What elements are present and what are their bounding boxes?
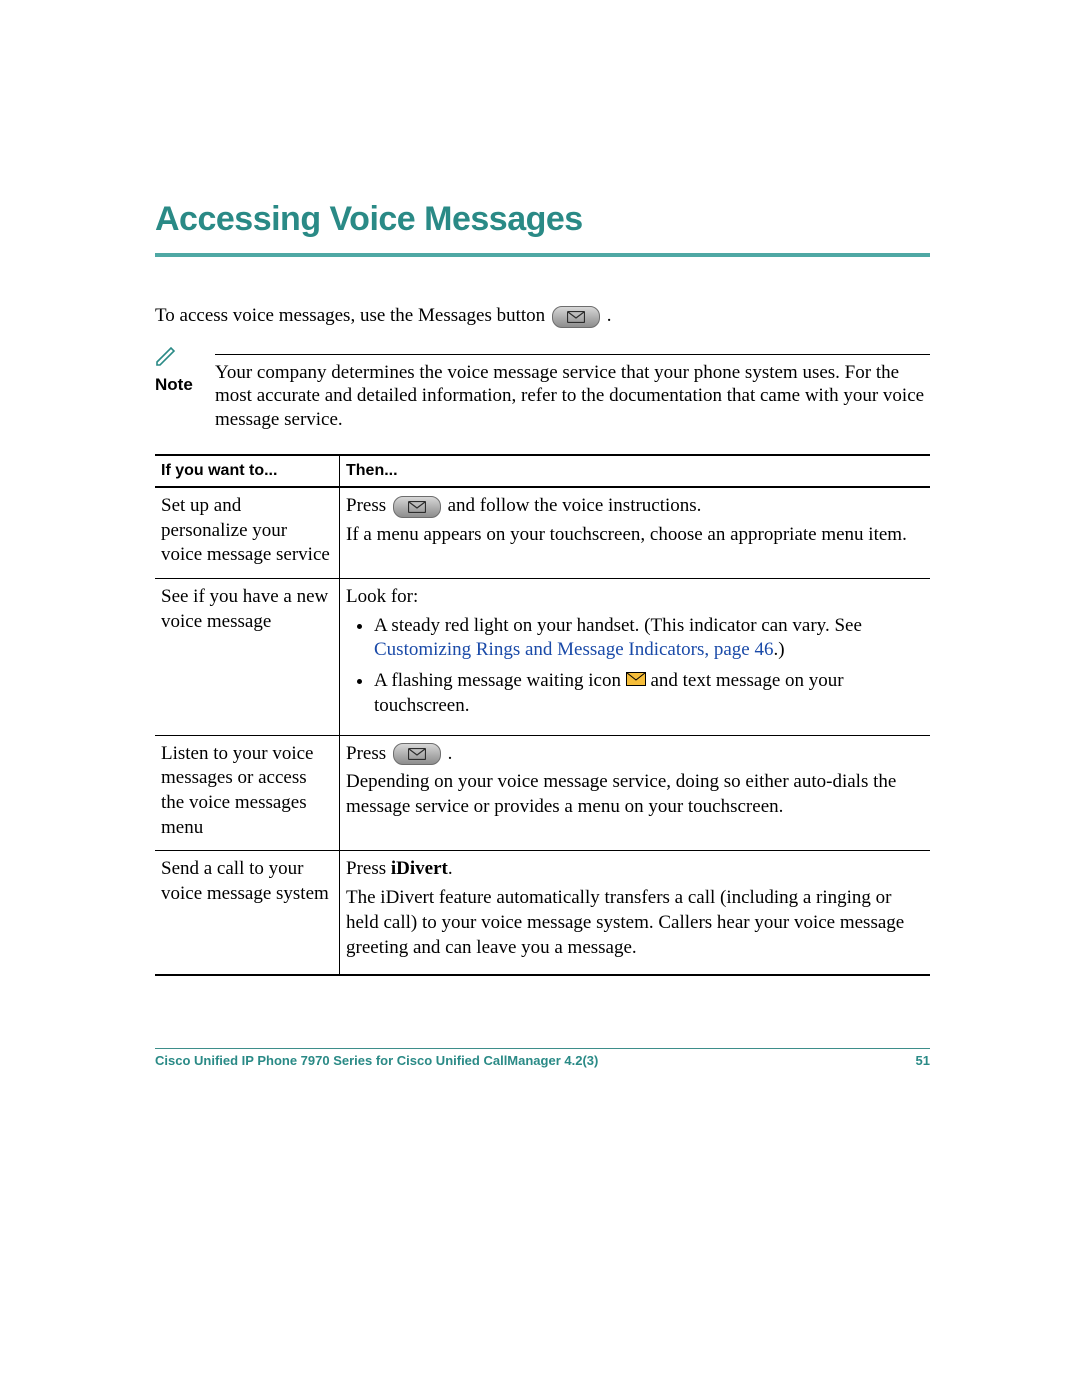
cell-if-listen: Listen to your voice messages or access … (155, 735, 340, 851)
r2-b1-text: A steady red light on your handset. (Thi… (374, 615, 862, 636)
intro-text-after: . (607, 305, 612, 326)
page-footer: Cisco Unified IP Phone 7970 Series for C… (155, 1048, 930, 1068)
note-rule (215, 354, 930, 355)
r2-b1-after: .) (773, 639, 784, 660)
title-rule (155, 253, 930, 257)
cell-then-setup: Press and follow the voice instructions.… (340, 487, 931, 579)
r1-press-after: and follow the voice instructions. (448, 495, 702, 516)
r2-lookfor: Look for: (346, 585, 922, 610)
cell-then-send: Press iDivert. The iDivert feature autom… (340, 851, 931, 975)
intro-paragraph: To access voice messages, use the Messag… (155, 305, 930, 328)
r2-b2-before: A flashing message waiting icon (374, 670, 626, 691)
messages-button-icon (552, 306, 600, 328)
cell-if-check: See if you have a new voice message (155, 578, 340, 735)
idivert-label: iDivert (391, 858, 448, 879)
note-right-column: Your company determines the voice messag… (215, 346, 930, 432)
table-header-row: If you want to... Then... (155, 455, 930, 487)
note-left-column: Note (155, 346, 215, 432)
table-row: Listen to your voice messages or access … (155, 735, 930, 851)
header-if: If you want to... (155, 455, 340, 487)
customizing-link[interactable]: Customizing Rings and Message Indicators… (374, 639, 773, 660)
cell-then-check: Look for: A steady red light on your han… (340, 578, 931, 735)
note-label: Note (155, 375, 193, 394)
r4-line2: The iDivert feature automatically transf… (346, 886, 922, 960)
messages-button-icon (393, 743, 441, 765)
r3-press-before: Press (346, 743, 391, 764)
footer-page-number: 51 (916, 1053, 930, 1068)
cell-then-listen: Press . Depending on your voice message … (340, 735, 931, 851)
page-title: Accessing Voice Messages (155, 200, 930, 239)
pencil-icon (155, 346, 215, 371)
footer-doc-title: Cisco Unified IP Phone 7970 Series for C… (155, 1053, 598, 1068)
r1-press-before: Press (346, 495, 391, 516)
cell-if-setup: Set up and personalize your voice messag… (155, 487, 340, 579)
cell-if-send: Send a call to your voice message system (155, 851, 340, 975)
document-page: Accessing Voice Messages To access voice… (0, 0, 1080, 1397)
intro-text-before: To access voice messages, use the Messag… (155, 305, 550, 326)
footer-row: Cisco Unified IP Phone 7970 Series for C… (155, 1049, 930, 1068)
table-row: Send a call to your voice message system… (155, 851, 930, 975)
r2-bullet-list: A steady red light on your handset. (Thi… (346, 614, 922, 719)
instructions-table: If you want to... Then... Set up and per… (155, 454, 930, 976)
list-item: A steady red light on your handset. (Thi… (374, 614, 922, 663)
list-item: A flashing message waiting icon and text… (374, 669, 922, 719)
r4-press-after: . (448, 858, 453, 879)
table-row: Set up and personalize your voice messag… (155, 487, 930, 579)
r4-press-before: Press (346, 858, 391, 879)
note-block: Note Your company determines the voice m… (155, 346, 930, 432)
note-text: Your company determines the voice messag… (215, 361, 930, 432)
r3-press-after: . (448, 743, 453, 764)
r1-line2: If a menu appears on your touchscreen, c… (346, 523, 922, 548)
r3-line2: Depending on your voice message service,… (346, 770, 922, 819)
header-then: Then... (340, 455, 931, 487)
envelope-icon (626, 669, 646, 694)
table-row: See if you have a new voice message Look… (155, 578, 930, 735)
messages-button-icon (393, 496, 441, 518)
